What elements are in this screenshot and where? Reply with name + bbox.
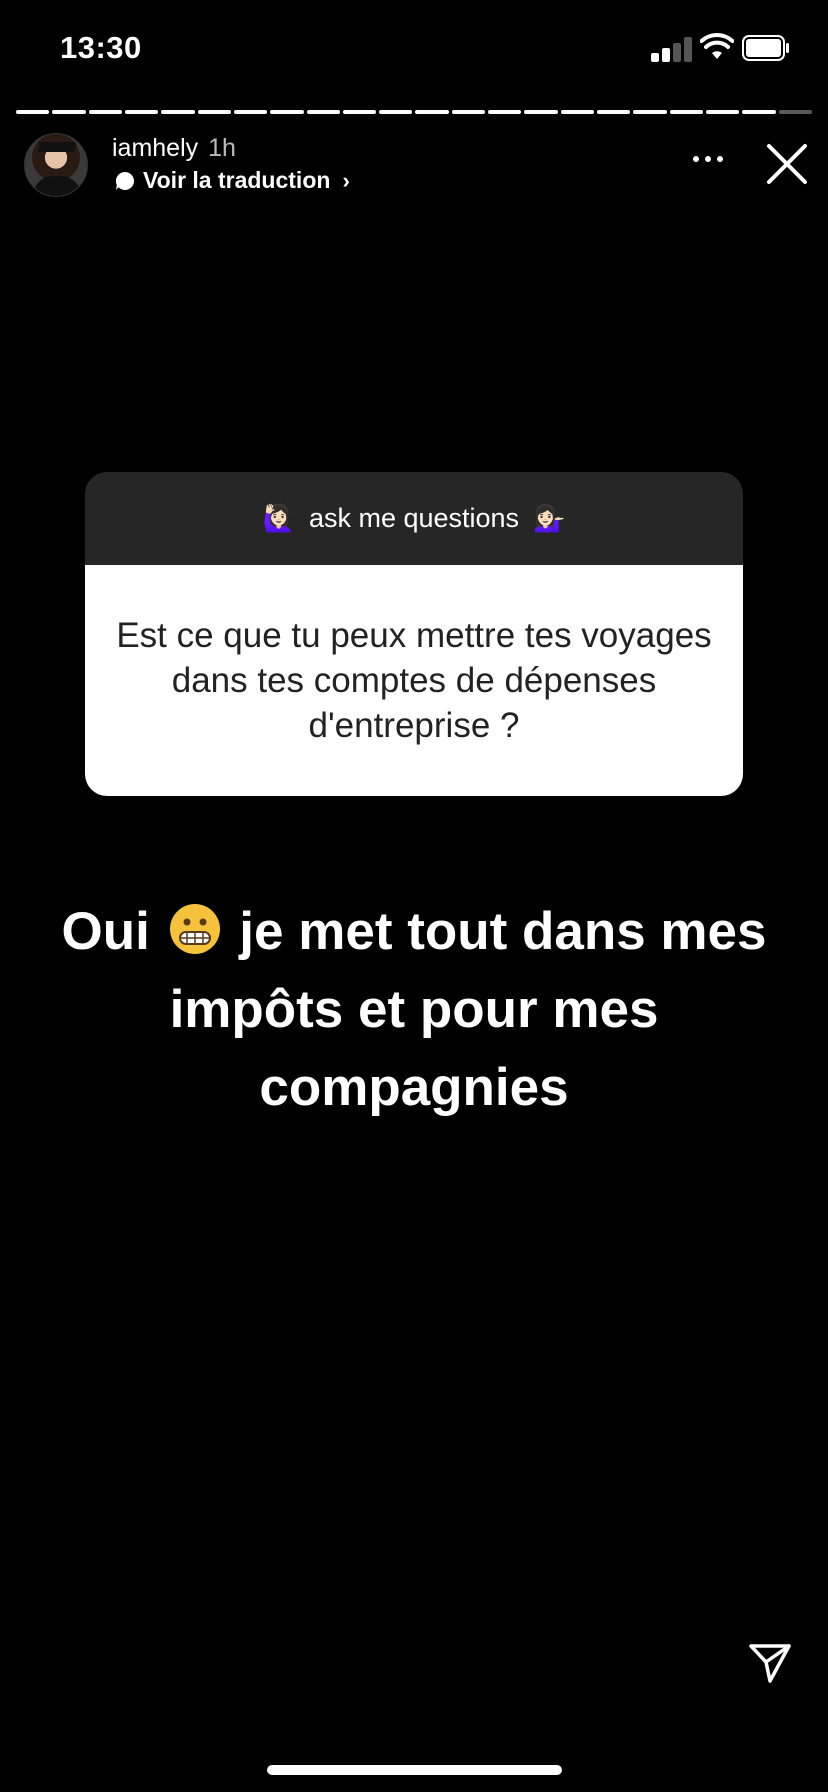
story-progress-segment [379,110,413,114]
status-time: 13:30 [60,30,142,65]
battery-icon [742,35,789,61]
answer-part1: Oui [61,902,150,961]
story-progress-segment [415,110,449,114]
story-progress-segment [705,110,740,114]
story-progress-segment [342,110,377,114]
send-icon[interactable] [748,1642,792,1684]
story-username[interactable]: iamhely 1h [112,134,236,163]
question-sticker-header: 🙋🏻‍♀️ ask me questions 💁🏻‍♀️ [85,472,743,565]
story-progress-segment [88,110,122,114]
question-sticker: 🙋🏻‍♀️ ask me questions 💁🏻‍♀️ Est ce que … [85,472,743,796]
status-bar: 13:30 [0,0,828,100]
avatar[interactable] [24,133,88,197]
story-progress-segment [52,110,86,114]
answer-part2: je met tout dans mes impôts et pour mes … [169,902,767,1117]
question-sticker-title: ask me questions [308,503,520,533]
wifi-icon [700,33,734,59]
story-progress-segment [669,110,703,114]
story-progress-segment [633,110,667,114]
chevron-right-icon: › [342,167,350,193]
story-progress-segment [233,110,268,114]
translate-link[interactable]: Voir la traduction › [115,167,350,194]
story-progress-segment [306,110,340,114]
story-progress-segment [560,110,594,114]
close-icon[interactable] [765,142,809,186]
story-progress-segment [778,110,812,114]
story-progress-segment [270,110,304,114]
story-progress-segment [451,110,486,114]
story-progress-bar [16,110,812,114]
answer-text: Oui je met tout dans mes impôts et pour … [40,893,788,1127]
cellular-signal-icon [651,36,693,62]
story-progress-segment [16,110,50,114]
story-progress-segment [197,110,231,114]
chat-bubble-icon [115,171,135,190]
translate-label[interactable]: Voir la traduction [143,167,330,194]
story-progress-segment [597,110,631,114]
story-progress-segment [161,110,195,114]
story-progress-segment [524,110,558,114]
story-progress-segment [124,110,159,114]
raising-hand-emoji: 🙋🏻‍♀️ [262,503,295,533]
username-label[interactable]: iamhely [112,134,198,162]
more-options-icon[interactable] [688,144,728,174]
time-ago: 1h [208,134,236,162]
grimacing-face-icon [169,904,220,954]
tipping-hand-emoji: 💁🏻‍♀️ [533,503,566,533]
home-indicator[interactable] [267,1765,562,1775]
story-progress-segment [488,110,522,114]
story-header: iamhely 1h Voir la traduction › [0,130,828,200]
story-progress-segment [742,110,776,114]
question-text: Est ce que tu peux mettre tes voyages da… [85,565,743,796]
